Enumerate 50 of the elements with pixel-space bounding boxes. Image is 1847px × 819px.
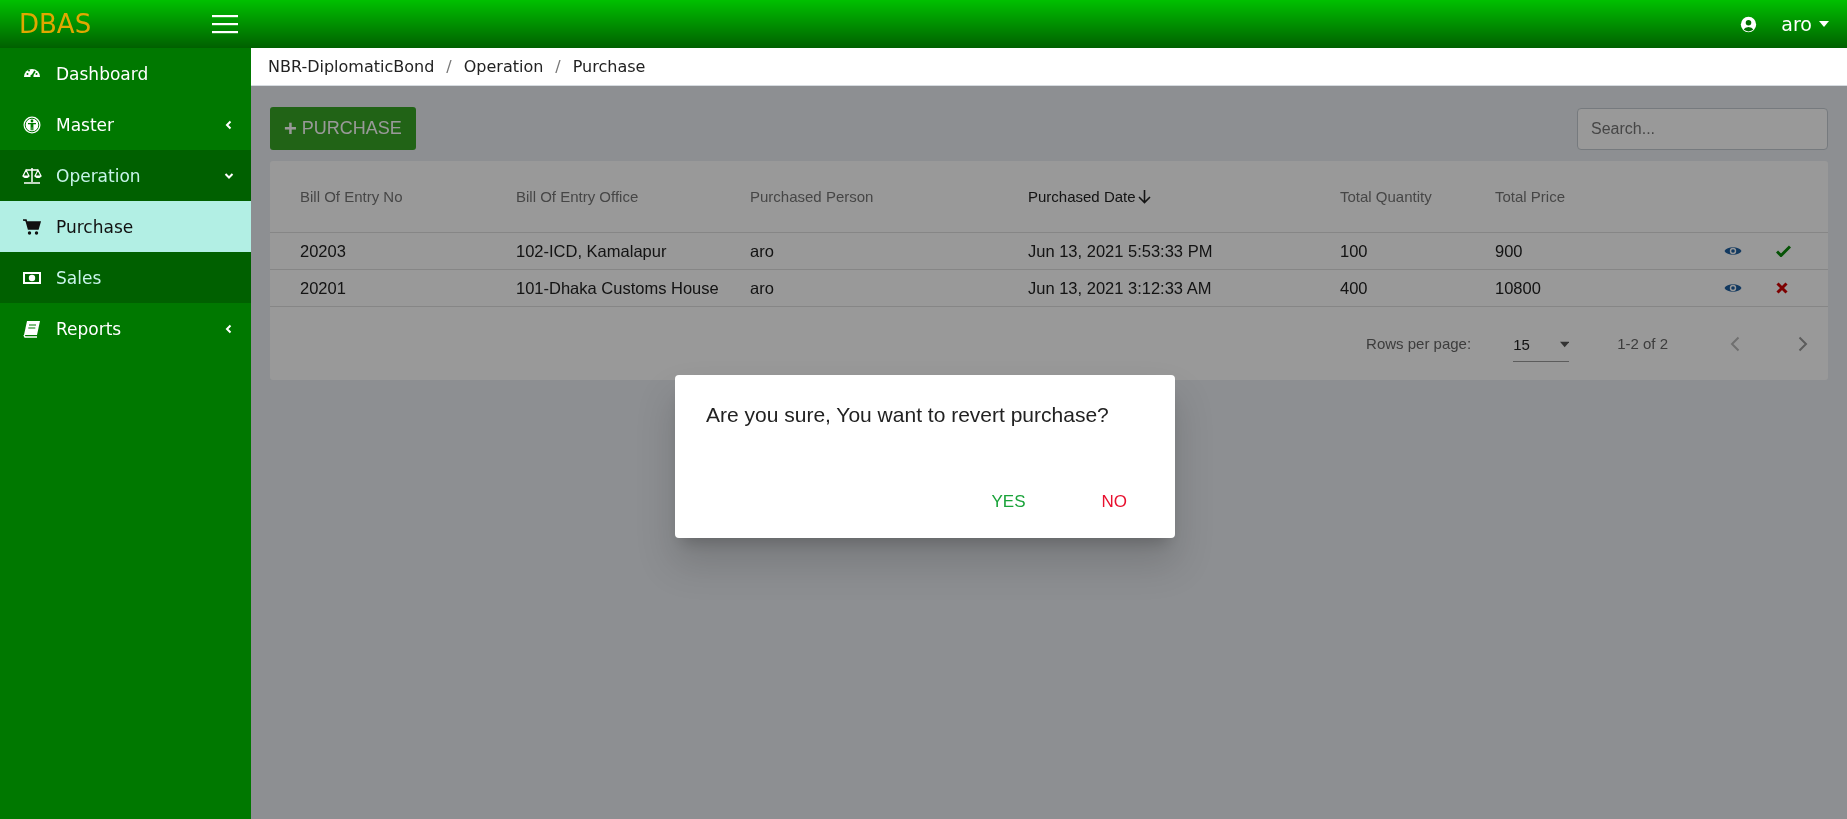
- breadcrumb-separator: /: [445, 57, 453, 76]
- column-header[interactable]: Bill Of Entry Office: [516, 188, 639, 205]
- caret-icon: [1819, 21, 1829, 27]
- person-icon: [22, 114, 42, 135]
- dialog-message: Are you sure, You want to revert purchase?: [706, 403, 1110, 428]
- column-header[interactable]: Purchased Person: [750, 188, 874, 205]
- table-cell: Jun 13, 2021 5:53:33 PM: [1028, 241, 1213, 260]
- column-header[interactable]: Bill Of Entry No: [300, 188, 403, 205]
- breadcrumb-item[interactable]: Operation: [463, 57, 544, 76]
- column-header[interactable]: Purchased Date: [1028, 188, 1151, 205]
- breadcrumb-item[interactable]: NBR-DiplomaticBond: [268, 57, 435, 76]
- confirm-button[interactable]: YES: [969, 484, 1048, 520]
- table-cell: 100: [1340, 241, 1368, 260]
- menu-icon[interactable]: [212, 14, 238, 34]
- table-cell: 20203: [300, 241, 346, 260]
- cart-icon: [22, 216, 42, 237]
- table-cell: 102-ICD, Kamalapur: [516, 241, 667, 260]
- next-page-icon[interactable]: [1798, 335, 1808, 352]
- caret-icon: [1559, 340, 1570, 348]
- scale-icon: [22, 165, 42, 186]
- user-menu[interactable]: aro: [1781, 13, 1829, 35]
- sidebar-item[interactable]: Sales: [0, 252, 251, 303]
- rows-per-page-select[interactable]: 15: [1513, 325, 1570, 362]
- table-cell: 101-Dhaka Customs House: [516, 278, 719, 297]
- view-icon[interactable]: [1724, 244, 1742, 257]
- table-cell: Jun 13, 2021 3:12:33 AM: [1028, 278, 1212, 297]
- cancel-button[interactable]: NO: [1079, 484, 1149, 520]
- table-cell: 10800: [1495, 278, 1541, 297]
- sidebar-item[interactable]: Purchase: [0, 201, 251, 252]
- view-icon[interactable]: [1724, 281, 1742, 294]
- column-header[interactable]: Total Quantity: [1340, 188, 1432, 205]
- page-range: 1-2 of 2: [1617, 335, 1668, 352]
- column-header[interactable]: Total Price: [1495, 188, 1566, 205]
- check-icon[interactable]: [1776, 244, 1791, 257]
- book-icon: [22, 318, 42, 339]
- close-icon[interactable]: [1776, 281, 1788, 294]
- sidebar-item[interactable]: Reports: [0, 303, 251, 354]
- sidebar-item[interactable]: Dashboard: [0, 48, 251, 99]
- table-cell: aro: [750, 241, 774, 260]
- rows-per-page-label: Rows per page:: [1366, 335, 1472, 352]
- table-cell: 400: [1340, 278, 1368, 297]
- search-field[interactable]: Search...: [1577, 107, 1828, 150]
- user-icon: [1740, 15, 1758, 33]
- table-cell: 20201: [300, 278, 346, 297]
- table-cell: aro: [750, 278, 774, 297]
- sidebar-item[interactable]: Operation: [0, 150, 251, 201]
- table-cell: 900: [1495, 241, 1523, 260]
- breadcrumb-item: Purchase: [572, 57, 646, 76]
- sidebar-item[interactable]: Master: [0, 99, 251, 150]
- breadcrumb-separator: /: [554, 57, 562, 76]
